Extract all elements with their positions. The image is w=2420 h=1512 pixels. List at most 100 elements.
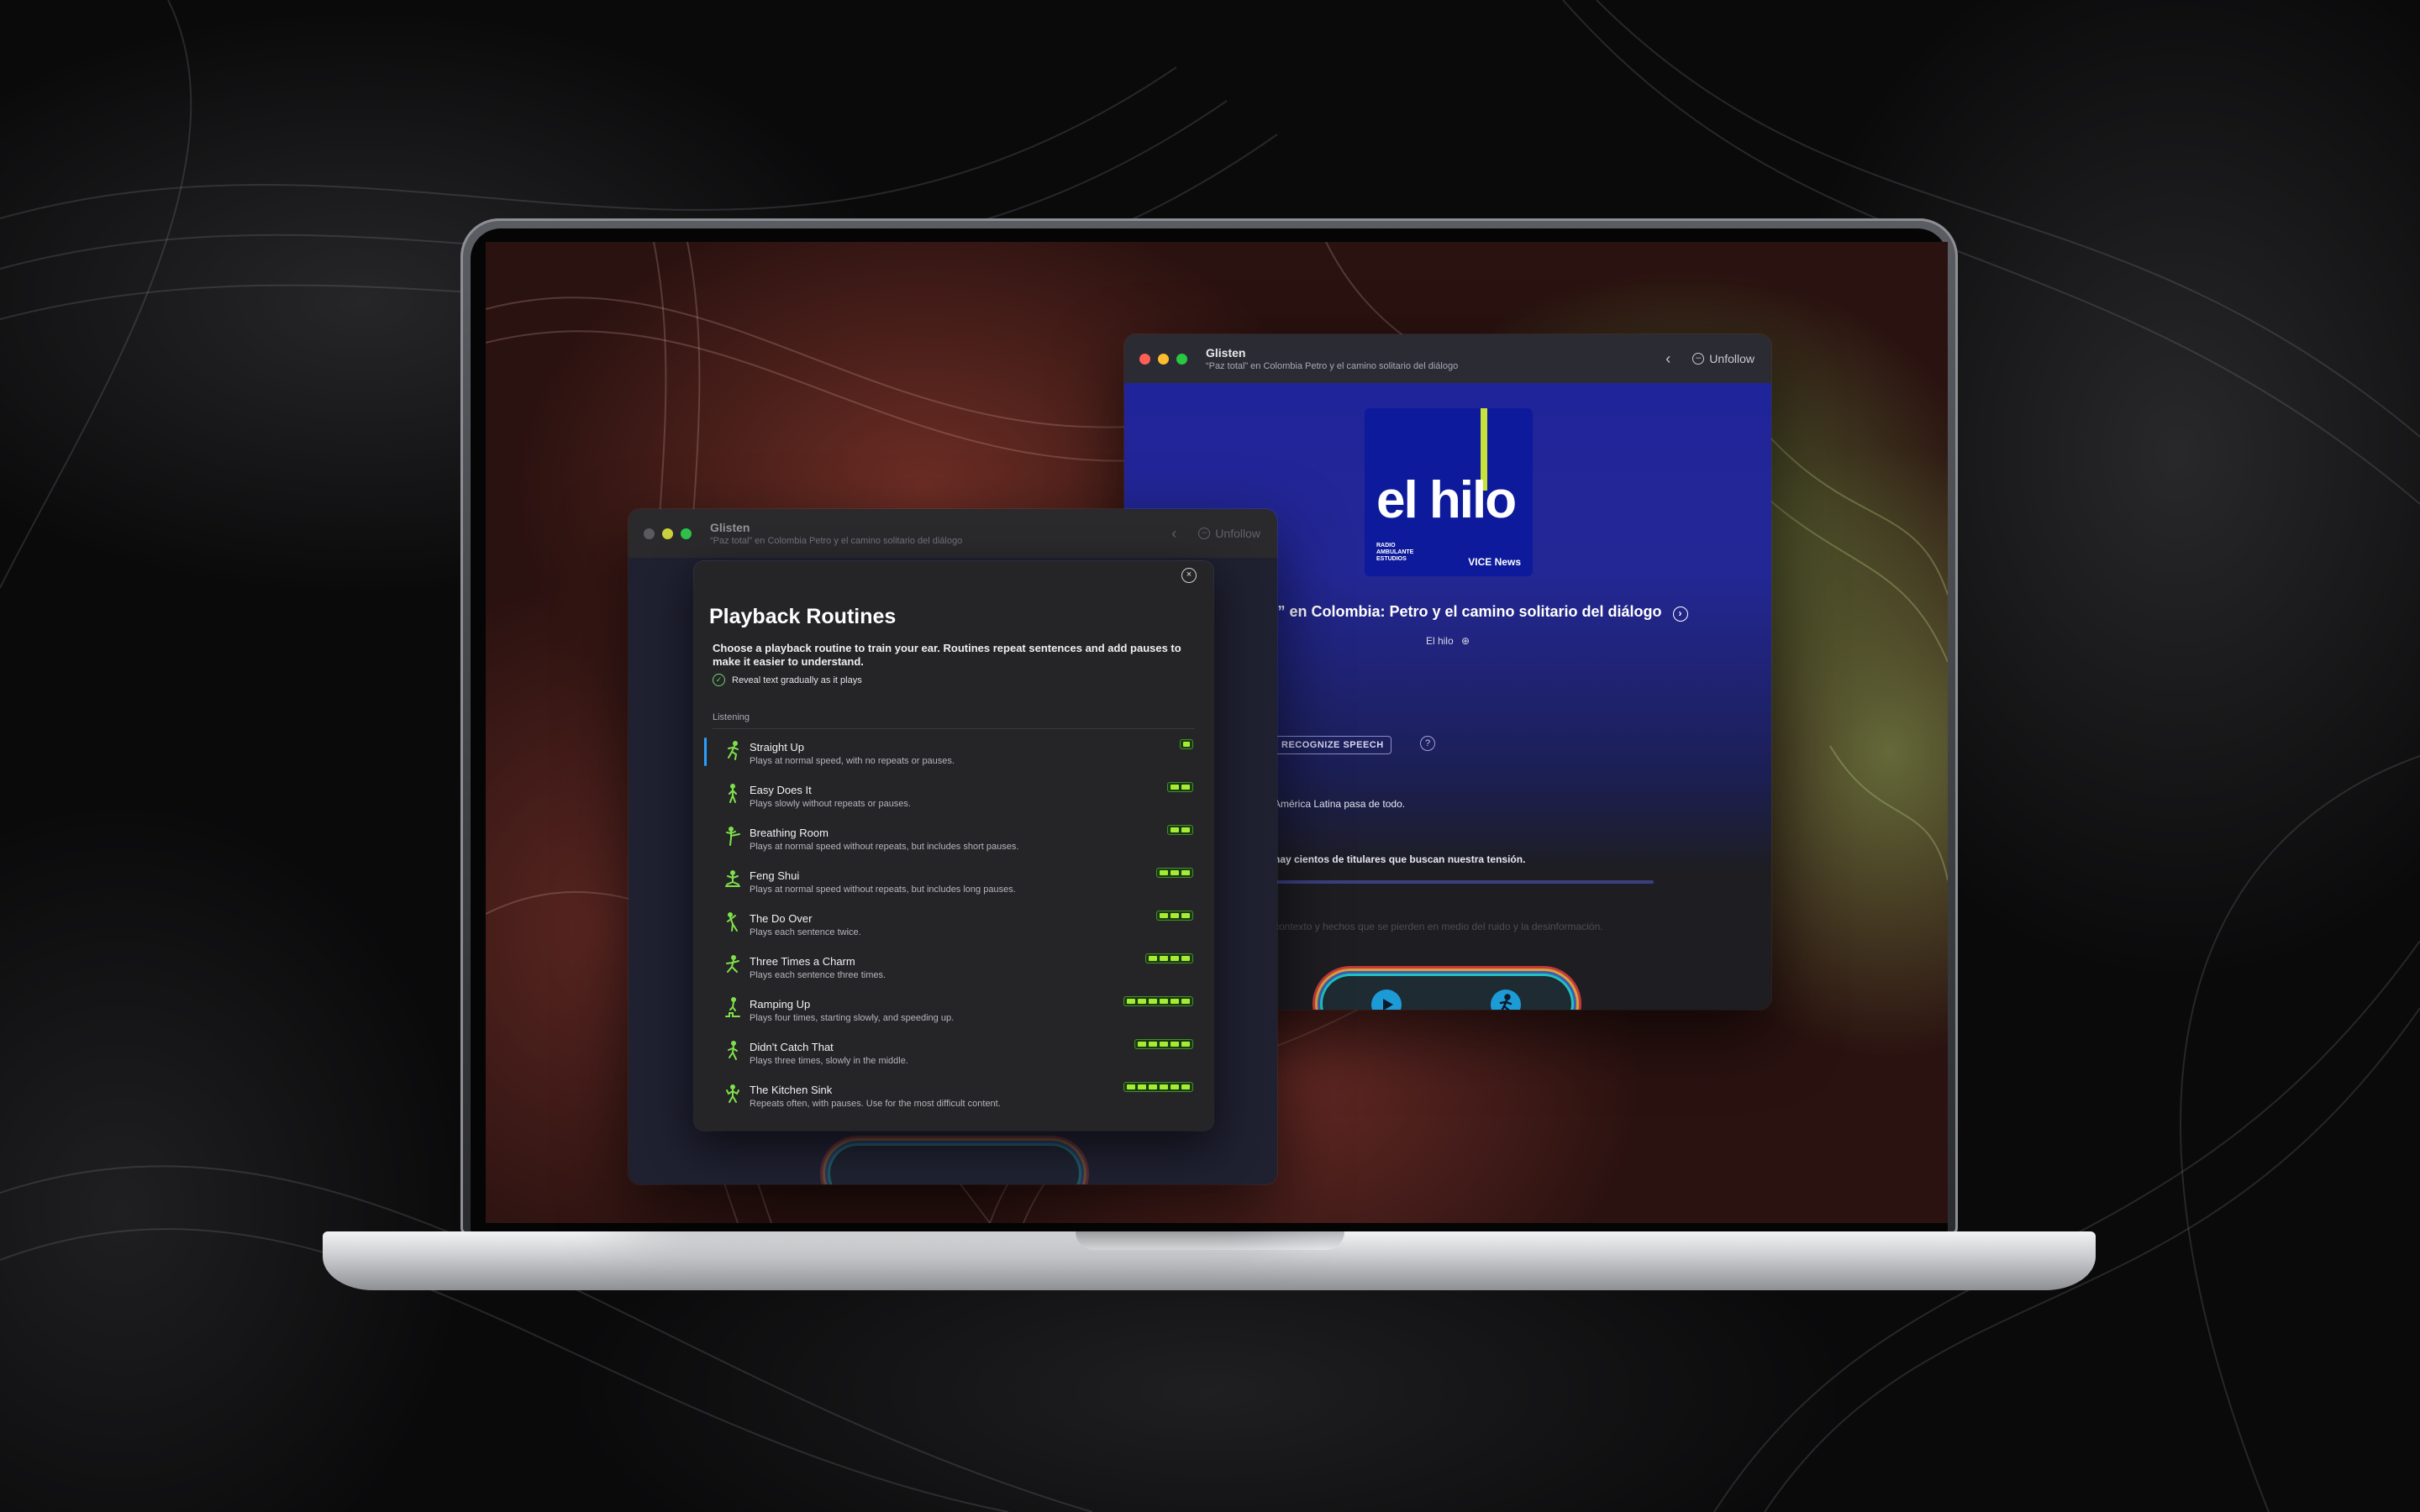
checkmark-icon: ✓ bbox=[713, 674, 725, 686]
recognize-speech-button[interactable]: RECOGNIZE SPEECH bbox=[1274, 736, 1392, 754]
laptop-notch bbox=[1076, 1231, 1344, 1250]
window-subtitle: “Paz total” en Colombia Petro y el camin… bbox=[1206, 361, 1459, 371]
play-icon bbox=[1383, 999, 1393, 1010]
routine-description: Repeats often, with pauses. Use for the … bbox=[750, 1099, 1001, 1109]
reveal-text-label: Reveal text gradually as it plays bbox=[732, 675, 862, 685]
close-window-button[interactable] bbox=[1139, 353, 1150, 365]
meter-segment bbox=[1127, 1084, 1135, 1089]
routine-description: Plays each sentence three times. bbox=[750, 970, 886, 980]
lifter-icon bbox=[726, 1084, 739, 1103]
podcast-artwork[interactable]: el hilo RADIO AMBULANTE ESTUDIOS VICE Ne… bbox=[1365, 408, 1533, 576]
routine-straight-up[interactable]: Straight Up Plays at normal speed, with … bbox=[704, 731, 1202, 774]
window-title: Glisten bbox=[1206, 346, 1246, 360]
zoom-window-button[interactable] bbox=[1176, 353, 1187, 365]
playback-routines-sheet: × Playback Routines Choose a playback ro… bbox=[694, 561, 1213, 1131]
routine-the-kitchen-sink[interactable]: The Kitchen Sink Repeats often, with pau… bbox=[706, 1074, 1202, 1116]
meter-segment bbox=[1181, 913, 1190, 918]
routine-name: Feng Shui bbox=[750, 869, 800, 882]
stairs-icon bbox=[725, 997, 740, 1017]
window-titles: Glisten “Paz total” en Colombia Petro y … bbox=[710, 521, 962, 546]
routine-three-times-a-charm[interactable]: Three Times a Charm Plays each sentence … bbox=[706, 945, 1202, 988]
meter-segment bbox=[1181, 1042, 1190, 1047]
show-name-text: El hilo bbox=[1425, 635, 1454, 647]
routine-button[interactable] bbox=[1491, 990, 1521, 1010]
meter-segment bbox=[1160, 870, 1168, 875]
routine-description: Plays slowly without repeats or pauses. bbox=[750, 799, 911, 809]
intensity-meter bbox=[1123, 996, 1193, 1006]
meter-segment bbox=[1160, 1042, 1168, 1047]
meter-segment bbox=[1149, 956, 1157, 961]
walker-icon bbox=[729, 784, 737, 803]
meter-segment bbox=[1181, 956, 1190, 961]
playback-progress[interactable] bbox=[1267, 880, 1654, 884]
routine-feng-shui[interactable]: Feng Shui Plays at normal speed without … bbox=[706, 859, 1202, 902]
titlebar: Glisten “Paz total” en Colombia Petro y … bbox=[629, 509, 1277, 558]
titlebar: Glisten “Paz total” en Colombia Petro y … bbox=[1124, 334, 1771, 383]
meter-segment bbox=[1149, 999, 1157, 1004]
routine-name: Didn't Catch That bbox=[750, 1041, 834, 1053]
kick-icon bbox=[726, 827, 740, 846]
intensity-meter bbox=[1123, 1082, 1193, 1092]
routine-the-do-over[interactable]: The Do Over Plays each sentence twice. bbox=[706, 902, 1202, 945]
meter-segment bbox=[1181, 785, 1190, 790]
routine-name: Three Times a Charm bbox=[750, 955, 855, 968]
meter-segment bbox=[1171, 827, 1179, 832]
meter-segment bbox=[1149, 1042, 1157, 1047]
runner-fast-icon bbox=[728, 741, 739, 760]
routine-easy-does-it[interactable]: Easy Does It Plays slowly without repeat… bbox=[706, 774, 1202, 816]
runner-icon bbox=[1499, 994, 1512, 1010]
traffic-lights bbox=[1124, 353, 1187, 365]
traffic-lights bbox=[629, 528, 692, 539]
meter-segment bbox=[1181, 870, 1190, 875]
question-icon[interactable]: ? bbox=[1420, 736, 1435, 751]
transcript-line-1: América Latina pasa de todo. bbox=[1274, 798, 1406, 810]
unfollow-button[interactable]: – Unfollow bbox=[1692, 352, 1754, 365]
routine-description: Plays each sentence twice. bbox=[750, 927, 861, 937]
window-titles: Glisten “Paz total” en Colombia Petro y … bbox=[1206, 346, 1458, 371]
minimize-window-button[interactable] bbox=[662, 528, 673, 539]
meter-segment bbox=[1171, 785, 1179, 790]
chevron-left-icon[interactable]: ‹ bbox=[1665, 350, 1670, 368]
chevron-right-circle-icon[interactable]: › bbox=[1672, 606, 1688, 622]
unfollow-label: Unfollow bbox=[1215, 527, 1260, 540]
routine-breathing-room[interactable]: Breathing Room Plays at normal speed wit… bbox=[706, 816, 1202, 859]
climber-icon bbox=[727, 912, 738, 932]
meter-segment bbox=[1160, 1084, 1168, 1089]
meter-segment bbox=[1171, 870, 1179, 875]
intensity-meter bbox=[1134, 1039, 1193, 1049]
zoom-window-button[interactable] bbox=[681, 528, 692, 539]
meter-segment bbox=[1171, 1084, 1179, 1089]
section-label-listening: Listening bbox=[713, 712, 750, 722]
sheet-description: Choose a playback routine to train your … bbox=[713, 642, 1181, 668]
routine-didnt-catch-that[interactable]: Didn't Catch That Plays three times, slo… bbox=[706, 1031, 1202, 1074]
close-icon[interactable]: × bbox=[1181, 568, 1197, 583]
play-button[interactable] bbox=[1371, 990, 1402, 1010]
minus-circle-icon: – bbox=[1692, 353, 1705, 365]
meter-segment bbox=[1183, 742, 1190, 747]
artwork-show-logo: el hilo bbox=[1376, 471, 1517, 529]
meter-segment bbox=[1138, 1084, 1146, 1089]
meter-segment bbox=[1138, 999, 1146, 1004]
meter-segment bbox=[1181, 999, 1190, 1004]
meter-segment bbox=[1171, 1042, 1179, 1047]
meter-segment bbox=[1160, 913, 1168, 918]
window-subtitle: “Paz total” en Colombia Petro y el camin… bbox=[710, 536, 963, 546]
chevron-left-icon[interactable]: ‹ bbox=[1171, 525, 1176, 543]
transcript-line-3: contexto y hechos que se pierden en medi… bbox=[1274, 921, 1603, 932]
reveal-text-toggle[interactable]: ✓ Reveal text gradually as it plays bbox=[713, 674, 862, 686]
player-controls-dimmed bbox=[830, 1146, 1079, 1184]
routine-description: Plays three times, slowly in the middle. bbox=[750, 1056, 908, 1066]
minimize-window-button[interactable] bbox=[1158, 353, 1169, 365]
meter-segment bbox=[1138, 1042, 1146, 1047]
routine-description: Plays at normal speed, with no repeats o… bbox=[750, 756, 955, 766]
artwork-network-small: RADIO AMBULANTE ESTUDIOS bbox=[1376, 543, 1414, 562]
unfollow-label: Unfollow bbox=[1709, 352, 1754, 365]
intensity-meter bbox=[1167, 782, 1193, 792]
intensity-meter bbox=[1167, 825, 1193, 835]
unfollow-button[interactable]: – Unfollow bbox=[1198, 527, 1260, 540]
close-window-button[interactable] bbox=[644, 528, 655, 539]
routine-ramping-up[interactable]: Ramping Up Plays four times, starting sl… bbox=[706, 988, 1202, 1031]
meter-segment bbox=[1127, 999, 1135, 1004]
routine-description: Plays at normal speed without repeats, b… bbox=[750, 885, 1016, 895]
routine-list: Straight Up Plays at normal speed, with … bbox=[704, 731, 1202, 1116]
